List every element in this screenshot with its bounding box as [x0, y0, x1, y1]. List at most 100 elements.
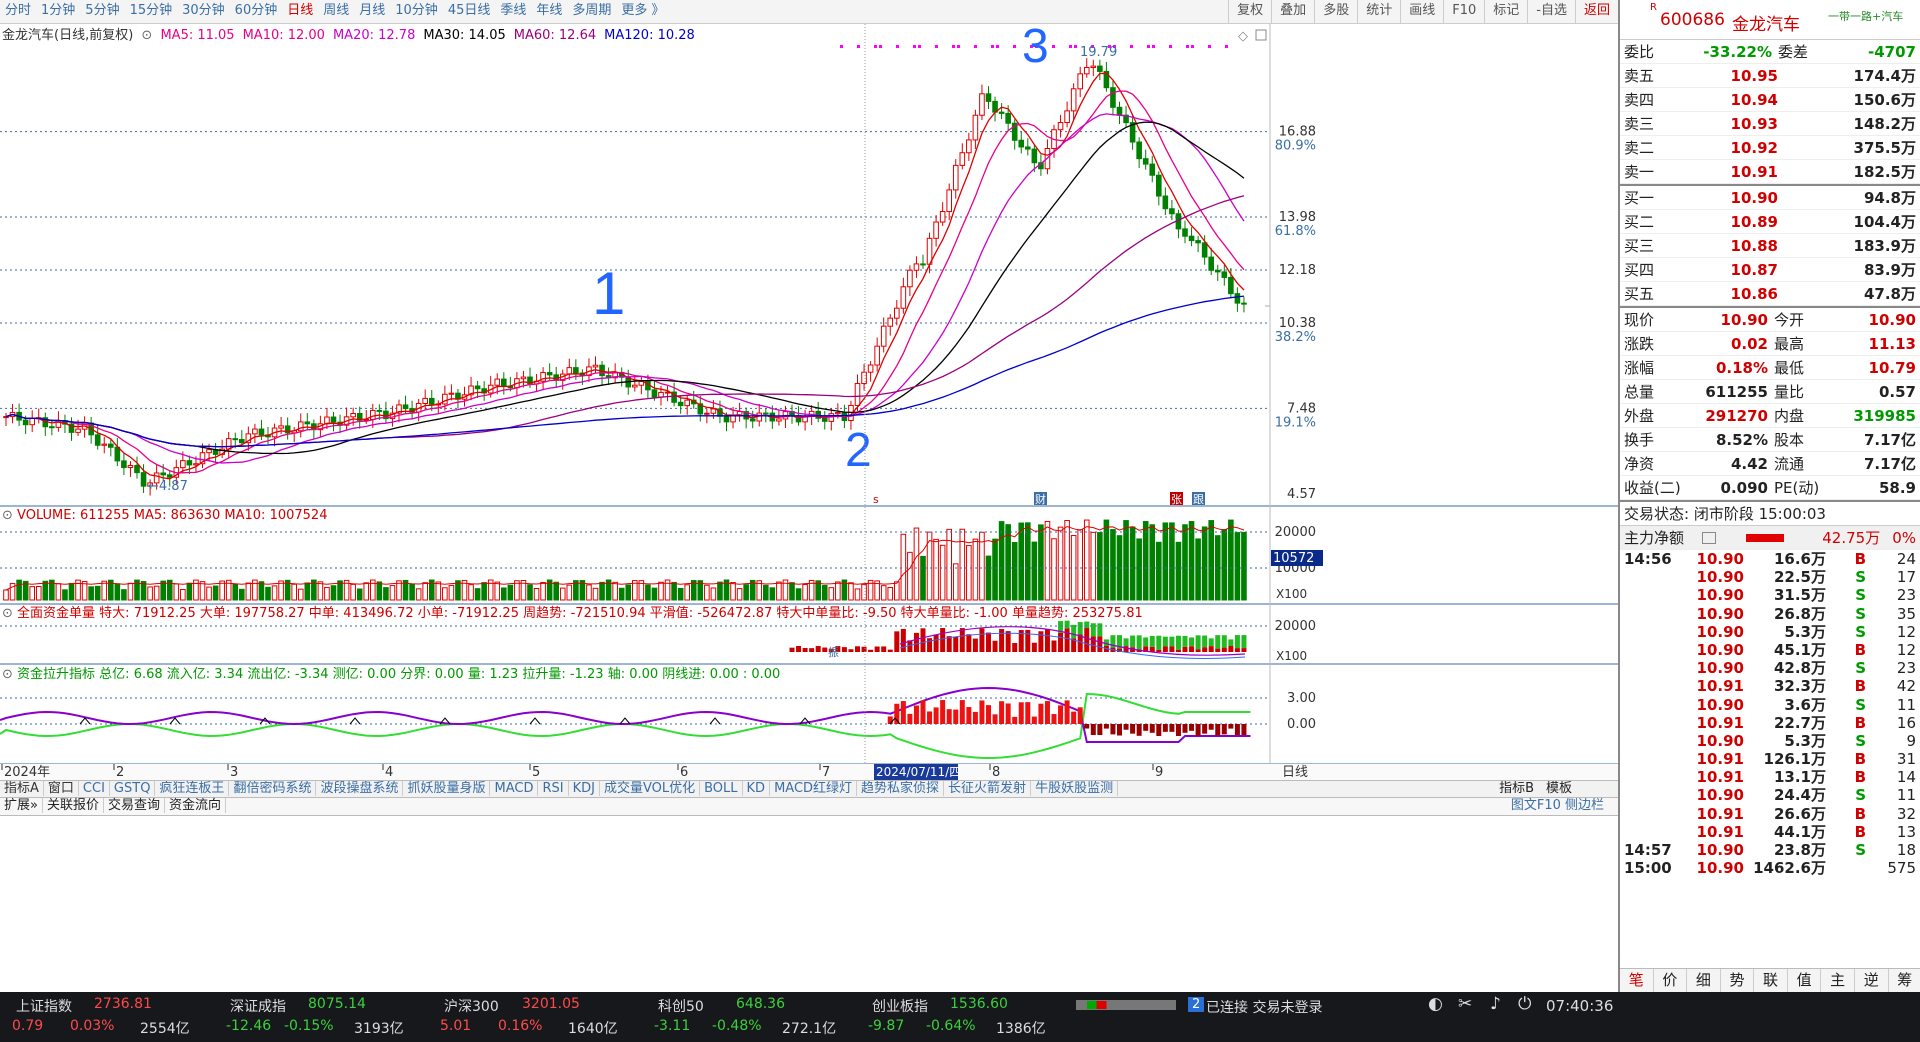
tool-button[interactable]: 叠加 — [1271, 0, 1314, 24]
period-tab[interactable]: 更多 》 — [616, 0, 669, 22]
function-tab[interactable]: 关联报价 — [42, 798, 104, 813]
connection-text[interactable]: 已连接 交易未登录 — [1206, 997, 1322, 1017]
diamond-icon[interactable]: ◇ — [1238, 29, 1248, 44]
index-item[interactable]: 沪深300 3201.05 5.01 0.16% 1640亿 — [440, 992, 650, 1042]
window-icon[interactable] — [1255, 29, 1267, 41]
quote-tab[interactable]: 逆 — [1855, 969, 1889, 992]
collapse-icon[interactable]: ⊙ — [2, 508, 13, 523]
index-item[interactable]: 上证指数 2736.81 0.79 0.03% 2554亿 — [12, 992, 222, 1042]
period-tab[interactable]: 15分钟 — [125, 0, 178, 22]
indicator-tab[interactable]: 趋势私家侦探 — [857, 781, 945, 796]
fund-bar-red — [1044, 628, 1050, 652]
period-tab[interactable]: 30分钟 — [177, 0, 230, 22]
tick-volume: 13.1万 — [1773, 768, 1826, 787]
fund-title-row: ⊙ 全面资金单量 特大: 71912.25 大单: 197758.27 中单: … — [2, 606, 1143, 622]
volume-bar — [1142, 521, 1149, 601]
indicator-tab-right[interactable]: 模板 — [1540, 781, 1578, 796]
volume-bar — [265, 586, 271, 601]
quote-tab[interactable]: 联 — [1754, 969, 1788, 992]
quote-tab[interactable]: 值 — [1788, 969, 1822, 992]
quote-tab[interactable]: 筹 — [1889, 969, 1920, 992]
function-tab[interactable]: 扩展» — [0, 798, 43, 813]
indicator-tab[interactable]: CCI — [78, 781, 110, 796]
weicha-value: -4707 — [1868, 43, 1916, 61]
period-tab[interactable]: 季线 — [495, 0, 531, 22]
tool-button[interactable]: -自选 — [1527, 0, 1575, 24]
indicator-tab[interactable]: 指标A — [0, 781, 44, 796]
collapse-icon[interactable]: ⊙ — [2, 606, 13, 621]
chart-area[interactable]: 16.88 13.98 12.18 10.38 7.48 4.57 80.9% 61.8% 38… — [0, 24, 1618, 992]
volume-bar — [887, 587, 894, 601]
signal-dot — [1225, 45, 1228, 48]
indicator-tab[interactable]: 翻倍密码系统 — [229, 781, 317, 796]
indicator-tab[interactable]: 成交量VOL优化 — [599, 781, 701, 796]
indicator-tab[interactable]: KD — [742, 781, 771, 796]
period-tab[interactable]: 10分钟 — [390, 0, 443, 22]
period-tab[interactable]: 分时 — [0, 0, 36, 22]
tool-button[interactable]: 多股 — [1314, 0, 1357, 24]
indicator-tab[interactable]: 疯狂连板王 — [155, 781, 230, 796]
collapse-icon[interactable]: ⊙ — [141, 28, 152, 43]
indicator-tab[interactable]: 抓妖股量身版 — [403, 781, 491, 796]
period-tab[interactable]: 多周期 — [567, 0, 616, 22]
quote-tab[interactable]: 价 — [1654, 969, 1688, 992]
collapse-icon[interactable]: ⊙ — [2, 667, 13, 682]
indicator-tab[interactable]: KDJ — [568, 781, 600, 796]
bell-icon[interactable]: ♪ — [1490, 994, 1501, 1014]
function-tab[interactable]: 交易查询 — [103, 798, 165, 813]
quote-tab[interactable]: 主 — [1821, 969, 1855, 992]
tool-button[interactable]: 标记 — [1484, 0, 1527, 24]
period-tab[interactable]: 周线 — [318, 0, 354, 22]
quote-tab[interactable]: 细 — [1687, 969, 1721, 992]
lift-bar — [966, 707, 972, 724]
period-tab[interactable]: 45日线 — [443, 0, 496, 22]
lift-label: 资金拉升指标 总亿: 6.68 流入亿: 3.34 流出亿: -3.34 测亿:… — [17, 667, 781, 682]
volume-bar — [900, 533, 907, 601]
tick-row: 10.91 22.7万 B 16 — [1620, 714, 1920, 732]
period-tab[interactable]: 5分钟 — [80, 0, 124, 22]
quote-tab[interactable]: 笔 — [1620, 969, 1654, 992]
power-icon[interactable]: ⏻ — [1518, 994, 1531, 1014]
tool-button[interactable]: 复权 — [1228, 0, 1271, 24]
tool-button[interactable]: 画线 — [1400, 0, 1443, 24]
stat-label: 股本 — [1774, 431, 1805, 449]
function-tab[interactable]: 资金流向 — [165, 798, 227, 813]
ask-row: 卖一 10.91 182.5万 — [1620, 160, 1920, 184]
tool-button[interactable]: F10 — [1443, 0, 1484, 24]
support-icon[interactable]: ◐ — [1428, 994, 1443, 1014]
index-item[interactable]: 科创50 648.36 -3.11 -0.48% 272.1亿 — [654, 992, 864, 1042]
fund-bar-red — [1169, 646, 1175, 652]
f10-sidebar-label[interactable]: 图文F10 侧边栏 — [1511, 798, 1604, 814]
fund-bar-green — [1228, 639, 1234, 647]
volume-bar — [736, 588, 743, 601]
indicator-tab[interactable]: MACD — [490, 781, 539, 796]
grid-icon[interactable] — [1702, 532, 1716, 544]
indicator-tab[interactable]: 长征火箭发射 — [944, 781, 1032, 796]
volume-bar — [180, 588, 186, 601]
indicator-tab[interactable]: RSI — [538, 781, 569, 796]
indicator-tab[interactable]: MACD红绿灯 — [770, 781, 858, 796]
indicator-tab[interactable]: BOLL — [700, 781, 743, 796]
index-item[interactable]: 创业板指 1536.60 -9.87 -0.64% 1386亿 — [868, 992, 1078, 1042]
tool-button[interactable]: 统计 — [1357, 0, 1400, 24]
candle-body — [1005, 112, 1011, 124]
cursor-date: 2024/07/11/四 — [876, 765, 961, 779]
quote-tab[interactable]: 势 — [1721, 969, 1755, 992]
indicator-tab[interactable]: GSTQ — [109, 781, 156, 796]
candle-body — [494, 378, 501, 386]
lift-bar — [907, 713, 913, 724]
indicator-tab[interactable]: 波段操盘系统 — [316, 781, 404, 796]
indicator-tab[interactable]: 牛股妖股监测 — [1031, 781, 1119, 796]
indicator-tab-right[interactable]: 指标B — [1493, 781, 1540, 796]
signal-dot — [974, 45, 977, 48]
index-item[interactable]: 深证成指 8075.14 -12.46 -0.15% 3193亿 — [226, 992, 436, 1042]
indicator-tab[interactable]: 窗口 — [43, 781, 79, 796]
candle-body — [854, 383, 861, 406]
period-tab[interactable]: 年线 — [531, 0, 567, 22]
tools-icon[interactable]: ✂ — [1458, 994, 1472, 1014]
period-tab[interactable]: 月线 — [354, 0, 390, 22]
period-tab[interactable]: 日线 — [282, 0, 318, 22]
tool-button[interactable]: 返回 — [1574, 0, 1618, 24]
period-tab[interactable]: 1分钟 — [36, 0, 80, 22]
period-tab[interactable]: 60分钟 — [230, 0, 283, 22]
